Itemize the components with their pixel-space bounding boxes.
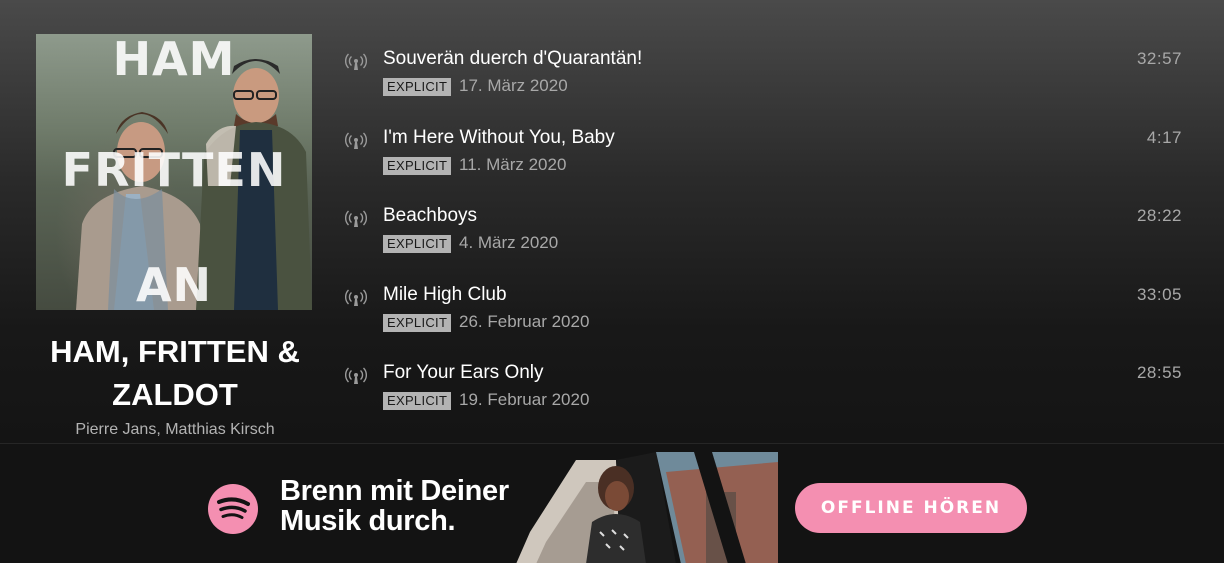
episode-title[interactable]: For Your Ears Only: [383, 362, 544, 384]
banner-headline-line-1: Brenn mit Deiner: [280, 475, 509, 507]
cover-title-line-1: HAM: [112, 34, 236, 86]
cover-title-line-3: AN ZALDOT: [68, 258, 280, 310]
episode-row[interactable]: I'm Here Without You, Baby EXPLICIT 11. …: [340, 119, 1190, 198]
cover-title-line-2: FRITTEN: [61, 143, 287, 197]
podcast-icon: [345, 210, 367, 227]
podcast-icon: [345, 367, 367, 384]
podcast-cover-art[interactable]: HAM FRITTEN AN ZALDOT: [36, 34, 312, 310]
episode-duration: 28:55: [1136, 363, 1182, 382]
show-authors[interactable]: Pierre Jans, Matthias Kirsch: [22, 421, 328, 439]
episode-date: 4. März 2020: [459, 233, 559, 252]
episode-duration: 32:57: [1136, 49, 1182, 68]
explicit-badge: EXPLICIT: [383, 235, 452, 253]
episode-date: 11. März 2020: [459, 154, 567, 174]
episode-duration: 28:22: [1136, 206, 1182, 225]
spotify-logo-icon: [208, 484, 258, 534]
episode-row[interactable]: For Your Ears Only EXPLICIT 19. Februar …: [340, 354, 1190, 433]
episode-list: Souverän duerch d'Quarantän! EXPLICIT 17…: [340, 40, 1190, 433]
episode-date: 17. März 2020: [459, 76, 568, 95]
explicit-badge: EXPLICIT: [383, 78, 452, 96]
episode-title[interactable]: Beachboys: [383, 205, 477, 227]
episode-duration: 33:05: [1136, 284, 1182, 304]
podcast-icon: [345, 53, 367, 70]
episode-date: 19. Februar 2020: [459, 390, 590, 409]
episode-title[interactable]: Mile High Club: [383, 284, 507, 306]
episode-date: 26. Februar 2020: [459, 311, 590, 331]
episode-row[interactable]: Beachboys EXPLICIT 4. März 2020 28:22: [340, 197, 1190, 276]
banner-headline: Brenn mit Deiner Musik durch.: [280, 476, 509, 536]
explicit-badge: EXPLICIT: [383, 313, 452, 332]
episode-duration: 4:17: [1146, 127, 1182, 147]
episode-title[interactable]: Souverän duerch d'Quarantän!: [383, 48, 642, 70]
podcast-icon: [345, 132, 367, 149]
explicit-badge: EXPLICIT: [383, 392, 452, 410]
explicit-badge: EXPLICIT: [383, 156, 452, 175]
show-title[interactable]: HAM, FRITTEN & ZALDOT: [22, 330, 328, 416]
promo-banner[interactable]: Brenn mit Deiner Musik durch. OFFLINE HÖ…: [0, 443, 1224, 563]
episode-title[interactable]: I'm Here Without You, Baby: [383, 127, 615, 149]
podcast-icon: [345, 289, 367, 306]
banner-headline-line-2: Musik durch.: [280, 505, 456, 537]
offline-listen-button[interactable]: OFFLINE HÖREN: [795, 483, 1027, 533]
episode-row[interactable]: Souverän duerch d'Quarantän! EXPLICIT 17…: [340, 40, 1190, 119]
episode-row[interactable]: Mile High Club EXPLICIT 26. Februar 2020…: [340, 276, 1190, 355]
promo-image: [516, 452, 778, 563]
